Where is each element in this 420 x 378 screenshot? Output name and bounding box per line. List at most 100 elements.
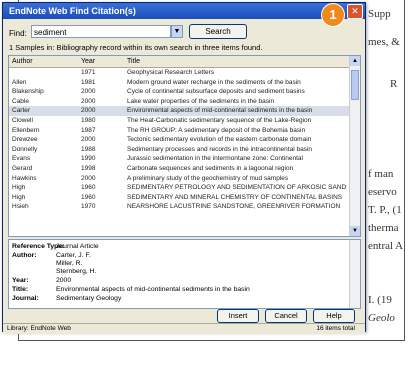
detail-journal-value: Sedimentary Geology: [56, 295, 122, 302]
row-author: Carter: [12, 107, 31, 115]
row-title: A preliminary study of the geochemistry …: [127, 174, 289, 182]
doc-text-line: mes, &: [368, 36, 400, 48]
row-title: SEDIMENTARY PETROLOGY AND SEDIMENTATION …: [127, 184, 347, 192]
row-author: Blakenship: [12, 88, 44, 96]
help-button[interactable]: Help: [313, 309, 355, 323]
doc-text-line: I. (19: [368, 294, 392, 306]
row-title: The RH GROUP: A sedimentary deposit of t…: [127, 126, 306, 134]
detail-title-value: Environmental aspects of mid-continental…: [56, 286, 250, 293]
row-year: 2000: [81, 97, 96, 105]
close-button[interactable]: ✕: [347, 4, 363, 19]
insert-button[interactable]: Insert: [217, 309, 259, 323]
find-dropdown-button[interactable]: ▼: [171, 25, 183, 38]
scroll-down-button[interactable]: ▼: [350, 226, 360, 236]
chevron-up-icon: ▲: [352, 58, 358, 64]
step-number-badge: 1: [322, 4, 344, 26]
row-author: High: [12, 184, 26, 192]
doc-text-line: f man: [368, 168, 394, 180]
row-title: Lake water properties of the sediments i…: [127, 97, 275, 105]
list-item[interactable]: Evans 1990 Jurassic sedimentation in the i…: [9, 154, 349, 164]
row-year: 1987: [81, 126, 96, 134]
row-title: Carbonate sequences and sediments in a l…: [127, 164, 294, 172]
row-author: Evans: [12, 155, 31, 163]
row-author: Cable: [12, 97, 29, 105]
dialog-title: EndNote Web Find Citation(s): [9, 6, 136, 16]
detail-author-value: Carter, J. F.: [56, 252, 91, 259]
cancel-button[interactable]: Cancel: [265, 309, 307, 323]
row-title: Geophysical Research Letters: [127, 69, 215, 76]
row-year: 1960: [81, 193, 96, 201]
row-author: Drewzee: [12, 136, 38, 144]
row-year: 2000: [81, 136, 96, 144]
row-author: High: [12, 193, 26, 201]
list-item[interactable]: Allen 1981 Modern ground water recharge in…: [9, 78, 349, 88]
row-author: Hsieh: [12, 203, 29, 211]
results-info: 1 Samples in: Bibliography record within…: [9, 43, 263, 52]
find-label: Find:: [9, 29, 27, 38]
detail-journal-label: Journal:: [12, 295, 39, 302]
detail-year-value: 2000: [56, 277, 72, 284]
row-year: 1960: [81, 184, 96, 192]
list-item[interactable]: Gerard 1998 Carbonate sequences and sedime…: [9, 164, 349, 174]
row-year: 1980: [81, 116, 96, 124]
detail-title-label: Title:: [12, 286, 29, 293]
list-scrollbar[interactable]: ▲ ▼: [349, 56, 360, 236]
doc-text-line: therma: [368, 222, 399, 234]
detail-type-value: Journal Article: [56, 243, 99, 250]
row-year: 1990: [81, 155, 96, 163]
list-item[interactable]: Cable 2000 Lake water properties of the se…: [9, 97, 349, 107]
detail-author-value: Miller, R.: [56, 260, 83, 267]
list-item[interactable]: 1971 Geophysical Research Letters: [9, 68, 349, 78]
scroll-thumb[interactable]: [351, 70, 359, 100]
row-year: 2000: [81, 107, 96, 115]
row-author: Allen: [12, 78, 27, 86]
row-title: Modern ground water recharge in the sedi…: [127, 78, 301, 86]
detail-year-label: Year:: [12, 277, 29, 284]
row-author: Gerard: [12, 164, 33, 172]
list-item[interactable]: Blakenship 2000 Cycle of continental subsu…: [9, 87, 349, 97]
status-count: 16 items total: [316, 325, 355, 332]
detail-author-label: Author:: [12, 252, 37, 259]
row-year: 2000: [81, 88, 96, 96]
row-title: SEDIMENTARY AND MINERAL CHEMISTRY OF CON…: [127, 193, 343, 201]
row-title: Environmental aspects of mid-continental…: [127, 107, 313, 115]
list-item[interactable]: Ellenbern 1987 The RH GROUP: A sedimentary…: [9, 126, 349, 136]
column-header-author[interactable]: Author: [12, 56, 33, 67]
list-item-selected[interactable]: Carter 2000 Environmental aspects of mid-c…: [9, 106, 349, 116]
scroll-up-button[interactable]: ▲: [350, 56, 360, 66]
row-author: Donnelly: [12, 145, 38, 153]
column-header-title[interactable]: Title: [127, 56, 140, 67]
citation-list[interactable]: Author Year Title 1971 Geophysical Resear…: [8, 55, 361, 237]
row-author: Ellenbern: [12, 126, 40, 134]
chevron-down-icon: ▼: [173, 28, 181, 35]
row-title: Cycle of continental subsurface deposits…: [127, 88, 305, 96]
list-rows: 1971 Geophysical Research Letters Allen 19…: [9, 68, 349, 212]
list-item[interactable]: Hsieh 1970 NEARSHORE LACUSTRINE SANDSTONE,…: [9, 202, 349, 212]
row-title: Tectonic sedimentary evolution of the ea…: [127, 136, 312, 144]
row-year: 1981: [81, 78, 96, 86]
row-year: 1998: [81, 164, 96, 172]
list-item[interactable]: High 1960 SEDIMENTARY AND MINERAL CHEMISTR…: [9, 193, 349, 203]
close-icon: ✕: [351, 6, 359, 16]
doc-text-line: entral A: [368, 240, 404, 252]
column-header-year[interactable]: Year: [81, 56, 95, 67]
find-citation-dialog: EndNote Web Find Citation(s) ✕ Find: sed…: [2, 2, 366, 334]
row-year: 1988: [81, 145, 96, 153]
detail-author-value: Sternberg, H.: [56, 268, 97, 275]
doc-text-line: Geolo: [368, 312, 395, 324]
list-item[interactable]: High 1960 SEDIMENTARY PETROLOGY AND SEDIME…: [9, 183, 349, 193]
dialog-titlebar[interactable]: EndNote Web Find Citation(s) ✕: [3, 3, 365, 19]
doc-text-line: T. P., (1: [368, 204, 402, 216]
row-title: Jurassic sedimentation in the intermonta…: [127, 155, 303, 163]
list-item[interactable]: Donnelly 1988 Sedimentary processes and re…: [9, 145, 349, 155]
find-input[interactable]: sediment: [31, 25, 171, 38]
detail-scrollbar[interactable]: [349, 240, 360, 308]
list-item[interactable]: Drewzee 2000 Tectonic sedimentary evolutio…: [9, 135, 349, 145]
search-button[interactable]: Search: [189, 24, 247, 39]
list-item[interactable]: Clowell 1980 The Heat-Carbonatic sedimenta…: [9, 116, 349, 126]
row-title: Sedimentary processes and records in the…: [127, 145, 312, 153]
list-item[interactable]: Hawkins 2000 A preliminary study of the ge…: [9, 174, 349, 184]
reference-detail-pane: Reference Type: Journal Article Author: Ca…: [8, 239, 361, 309]
row-year: 1971: [81, 69, 96, 76]
doc-text-line: R: [390, 78, 398, 90]
